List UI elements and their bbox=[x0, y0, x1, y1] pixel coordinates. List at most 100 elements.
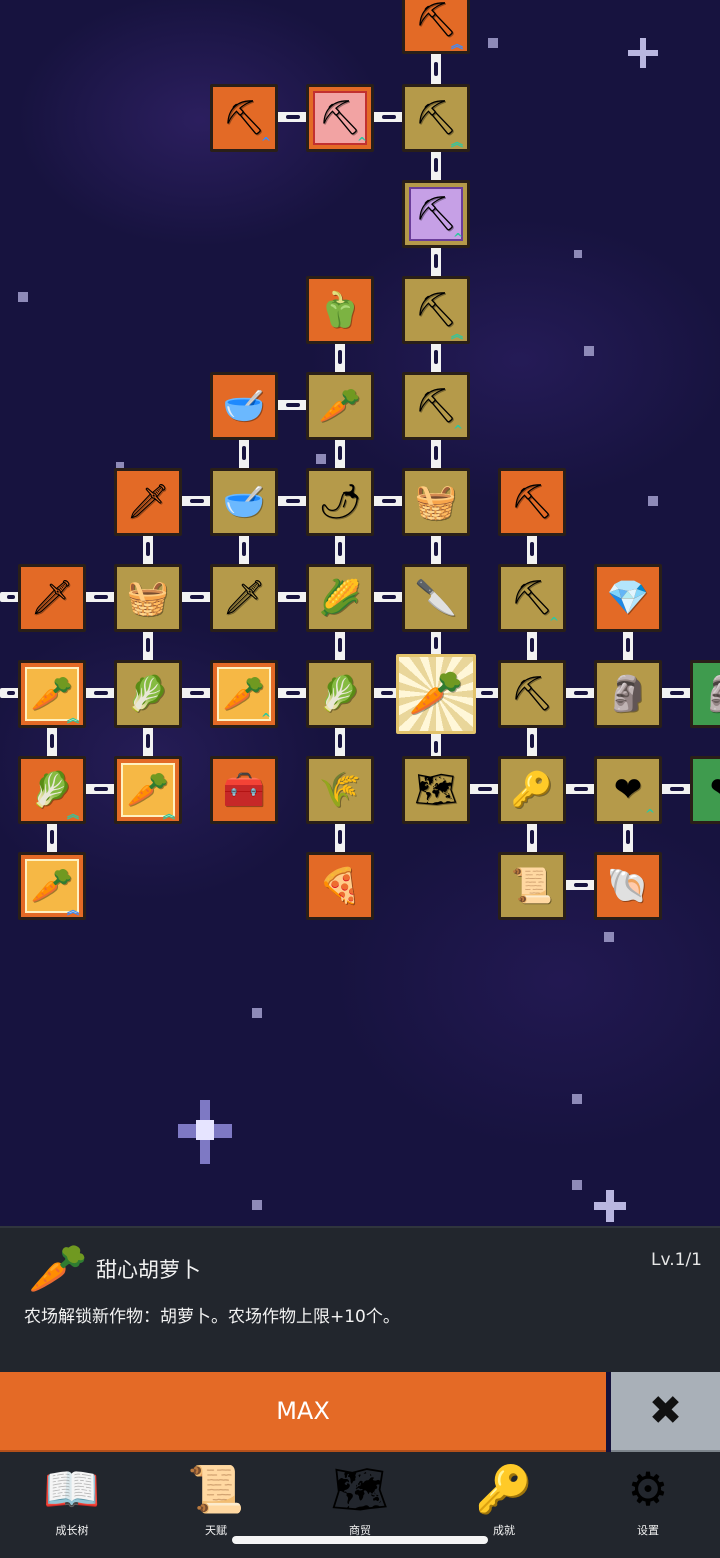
skill-node-edge-green-b[interactable]: ❤ bbox=[690, 756, 720, 824]
skill-node-carrot-d[interactable]: 🥕 ︽ bbox=[18, 852, 86, 920]
upgrade-chevron-icon: ︽ bbox=[66, 903, 79, 917]
close-icon: ✖ bbox=[648, 1388, 683, 1434]
tab-settings[interactable]: ⚙ 设置 bbox=[598, 1460, 698, 1538]
skill-node-radish[interactable]: 🥕 bbox=[306, 372, 374, 440]
skill-node-shovel-purple[interactable]: ⛏ ^ bbox=[402, 180, 470, 248]
bowl-icon: 🥣 bbox=[222, 386, 266, 426]
skill-node-pickaxe-a[interactable]: ⛏ bbox=[498, 468, 566, 536]
connector bbox=[431, 436, 441, 470]
skill-node-shovel-b[interactable]: ⛏ ︽ bbox=[402, 84, 470, 152]
connector bbox=[239, 436, 249, 470]
connector bbox=[527, 820, 537, 854]
tab-growth-tree[interactable]: 📖 成长树 bbox=[22, 1460, 122, 1538]
skill-node-carrot-selected[interactable]: 🥕 bbox=[396, 654, 476, 734]
upgrade-chevron-icon: ︽ bbox=[450, 135, 463, 149]
bell-pepper-icon: 🫑 bbox=[318, 290, 362, 330]
skill-node-cabbage-a[interactable]: 🥬 bbox=[114, 660, 182, 728]
corn-icon: 🌽 bbox=[318, 578, 362, 618]
skill-node-map[interactable]: 🗺 bbox=[402, 756, 470, 824]
skill-node-shovel-red[interactable]: ⛏ ^ bbox=[306, 84, 374, 152]
scroll-icon: 📜 bbox=[510, 866, 554, 906]
chili-icon: 🌶 bbox=[318, 482, 362, 522]
skill-node-sword-c[interactable]: 🗡 bbox=[210, 564, 278, 632]
heart-icon: ❤ bbox=[613, 770, 643, 810]
skill-node-shovel-a[interactable]: ⛏ ^ bbox=[210, 84, 278, 152]
map-icon: 🗺 bbox=[330, 1462, 390, 1516]
skill-node-pizza[interactable]: 🍕 bbox=[306, 852, 374, 920]
skill-node-crystal[interactable]: 💎 bbox=[594, 564, 662, 632]
upgrade-chevron-icon: ^ bbox=[356, 135, 367, 149]
book-icon: 📖 bbox=[43, 1462, 101, 1516]
key-icon: 🔑 bbox=[510, 770, 554, 810]
sparkle-star bbox=[594, 1190, 626, 1222]
skill-node-corn[interactable]: 🌽 bbox=[306, 564, 374, 632]
skill-node-shovel-c[interactable]: ⛏ ︽ bbox=[402, 276, 470, 344]
home-indicator[interactable] bbox=[232, 1536, 488, 1544]
skill-node-heart[interactable]: ❤ ^ bbox=[594, 756, 662, 824]
skill-node-sword-b[interactable]: 🗡 bbox=[18, 564, 86, 632]
skill-node-sword-a[interactable]: 🗡 bbox=[114, 468, 182, 536]
pickaxe-icon: ⛏ bbox=[510, 578, 554, 618]
skill-level: Lv.1/1 bbox=[651, 1250, 702, 1270]
skill-node-pickaxe-b[interactable]: ⛏ ^ bbox=[498, 564, 566, 632]
skill-node-pickaxe-c[interactable]: ⛏ bbox=[498, 660, 566, 728]
skill-node-bowl-a[interactable]: 🥣 bbox=[210, 372, 278, 440]
skill-node-shovel-top[interactable]: ⛏ ︽ bbox=[402, 0, 470, 54]
skill-node-carrot-a[interactable]: 🥕 ︽ bbox=[18, 660, 86, 728]
max-button[interactable]: MAX bbox=[0, 1372, 606, 1453]
dagger-icon: 🔪 bbox=[414, 578, 458, 618]
skill-node-cabbage-c[interactable]: 🥬 ︽ bbox=[18, 756, 86, 824]
star bbox=[252, 1200, 262, 1210]
statue-icon: 🗿 bbox=[703, 677, 720, 711]
skill-node-carrot-c[interactable]: 🥕 ︽ bbox=[114, 756, 182, 824]
connector bbox=[180, 592, 214, 602]
carrot-icon: 🥕 bbox=[222, 674, 266, 714]
skill-node-wheat[interactable]: 🌾 bbox=[306, 756, 374, 824]
skill-node-edge-green-a[interactable]: 🗿 bbox=[690, 660, 720, 728]
tab-trade[interactable]: 🗺 商贸 bbox=[310, 1460, 410, 1538]
upgrade-chevron-icon: ^ bbox=[260, 135, 271, 149]
star bbox=[488, 38, 498, 48]
skill-node-cabbage-b[interactable]: 🥬 bbox=[306, 660, 374, 728]
connector bbox=[276, 688, 310, 698]
pickaxe-icon: ⛏ bbox=[510, 482, 554, 522]
skill-node-statue[interactable]: 🗿 bbox=[594, 660, 662, 728]
fossil-icon: 🐚 bbox=[606, 866, 650, 906]
tab-talent[interactable]: 📜 天赋 bbox=[166, 1460, 266, 1538]
skill-node-key[interactable]: 🔑 bbox=[498, 756, 566, 824]
skill-node-chili[interactable]: 🌶 bbox=[306, 468, 374, 536]
connector bbox=[276, 496, 310, 506]
skill-title: 甜心胡萝卜 bbox=[96, 1258, 201, 1282]
connector bbox=[143, 724, 153, 758]
upgrade-chevron-icon: ︽ bbox=[450, 327, 463, 341]
skill-node-chest-b[interactable]: 🧺 bbox=[114, 564, 182, 632]
connector bbox=[564, 880, 598, 890]
tab-label: 设置 bbox=[637, 1524, 659, 1537]
skill-node-pepper[interactable]: 🫑 bbox=[306, 276, 374, 344]
upgrade-chevron-icon: ︽ bbox=[450, 37, 463, 51]
skill-node-fossil[interactable]: 🐚 bbox=[594, 852, 662, 920]
gear-icon: ⚙ bbox=[627, 1462, 669, 1516]
connector bbox=[180, 688, 214, 698]
crystal-icon: 💎 bbox=[606, 578, 650, 618]
star bbox=[572, 1180, 582, 1190]
skill-description: 农场解锁新作物：胡萝卜。农场作物上限+10个。 bbox=[24, 1307, 400, 1327]
skill-node-shovel-d[interactable]: ⛏ ^ bbox=[402, 372, 470, 440]
skill-node-chest-c[interactable]: 🧰 bbox=[210, 756, 278, 824]
connector bbox=[623, 628, 633, 662]
connector bbox=[143, 532, 153, 566]
close-button[interactable]: ✖ bbox=[611, 1372, 720, 1453]
skill-node-carrot-b[interactable]: 🥕 ^ bbox=[210, 660, 278, 728]
tab-achievements[interactable]: 🔑 成就 bbox=[454, 1460, 554, 1538]
connector bbox=[84, 592, 118, 602]
connector bbox=[372, 592, 406, 602]
skill-node-dagger[interactable]: 🔪 bbox=[402, 564, 470, 632]
skill-node-chest-a[interactable]: 🧺 bbox=[402, 468, 470, 536]
connector bbox=[276, 112, 310, 122]
heart-icon: ❤ bbox=[710, 773, 720, 807]
skill-tree-canvas[interactable]: ⛏ ︽ ⛏ ^ ⛏ ^ ⛏ ︽ ⛏ ^ 🫑 ⛏ ︽ 🥣 🥕 ⛏ ^ 🗡 🥣 🌶 🧺 ⛏ 🗡 🧺… bbox=[0, 0, 720, 1226]
upgrade-chevron-icon: ^ bbox=[644, 807, 655, 821]
skill-node-scroll[interactable]: 📜 bbox=[498, 852, 566, 920]
connector bbox=[276, 592, 310, 602]
skill-node-bowl-b[interactable]: 🥣 bbox=[210, 468, 278, 536]
